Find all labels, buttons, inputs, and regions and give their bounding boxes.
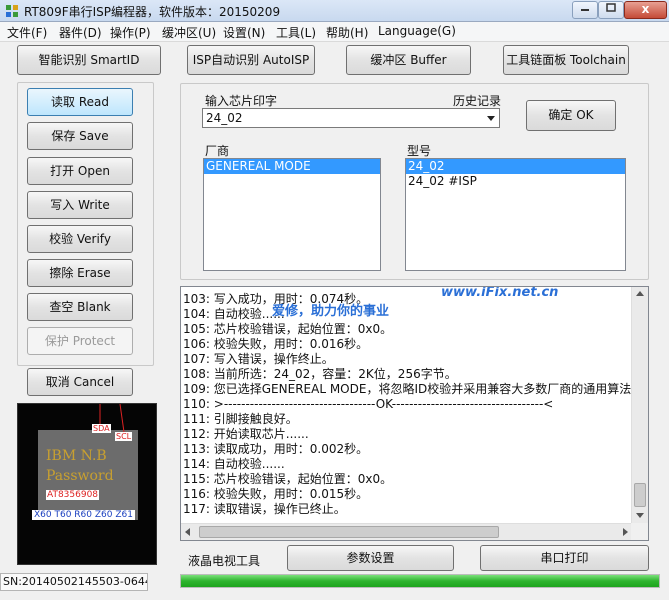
status-sn: SN:20140502145503-0644 [0,573,148,591]
menu-settings[interactable]: 设置(N) [223,24,265,41]
chip-input-label: 输入芯片印字 [205,94,278,108]
log-horizontal-scrollbar[interactable] [181,523,632,540]
menu-operation[interactable]: 操作(P) [110,24,151,41]
close-button[interactable]: x [624,1,667,19]
chip-photo: SDA SCL IBM N.B Password AT8356908 X60 T… [17,403,157,565]
log-line: 106: 校验失败，用时：0.016秒。 [183,337,369,351]
chip-part-label: AT8356908 [46,490,100,500]
settings-button[interactable]: 参数设置 [287,545,454,571]
log-line: 104: 自动校验...... [183,307,285,321]
blank-button[interactable]: 查空 Blank [27,293,133,321]
log-line: 108: 当前所选：24_02，容量：2K位，256字节。 [183,367,457,381]
protect-button: 保护 Protect [27,327,133,355]
list-item[interactable]: 24_02 #ISP [406,174,625,189]
smartid-button[interactable]: 智能识别 SmartID [17,45,161,75]
watermark-slogan: 爱修，助力你的事业 [272,304,390,319]
minimize-button[interactable] [572,1,598,19]
hscroll-thumb[interactable] [199,526,499,538]
maximize-icon [606,3,616,12]
save-button[interactable]: 保存 Save [27,122,133,150]
ok-button[interactable]: 确定 OK [526,100,616,131]
scroll-left-icon[interactable] [185,528,191,536]
log-area[interactable]: 103: 写入成功，用时：0.074秒。 104: 自动校验...... 105… [180,286,649,541]
list-item[interactable]: GENEREAL MODE [204,159,380,174]
chip-pins-label: X60 T60 R60 Z60 Z61 [32,510,135,520]
chip-input-combo[interactable]: 24_02 [202,108,500,128]
maximize-button[interactable] [598,1,624,19]
chip-text-line2: Password [46,468,114,484]
menu-language[interactable]: Language(G) [378,24,456,38]
chip-text-line1: IBM N.B [46,448,107,464]
read-button[interactable]: 读取 Read [27,88,133,116]
history-label: 历史记录 [453,94,502,108]
scroll-up-icon[interactable] [636,291,644,297]
lcd-tools-label: 液晶电视工具 [188,554,261,568]
log-line: 114: 自动校验...... [183,457,285,471]
autoisp-button[interactable]: ISP自动识别 AutoISP [187,45,315,75]
buffer-button[interactable]: 缓冲区 Buffer [346,45,471,75]
open-button[interactable]: 打开 Open [27,157,133,185]
log-vertical-scrollbar[interactable] [631,287,648,525]
log-line: 117: 读取错误，操作已终止。 [183,502,346,516]
menu-file[interactable]: 文件(F) [7,24,47,41]
close-icon: x [641,2,650,16]
model-label: 型号 [407,144,432,158]
log-line: 111: 引脚接触良好。 [183,412,298,426]
scroll-thumb[interactable] [634,483,646,507]
list-item[interactable]: 24_02 [406,159,625,174]
window-title: RT809F串行ISP编程器，软件版本：20150209 [24,5,281,19]
log-line: 116: 校验失败，用时：0.015秒。 [183,487,369,501]
log-line: 107: 写入错误，操作终止。 [183,352,334,366]
log-line: 105: 芯片校验错误，起始位置：0x0。 [183,322,393,336]
probe-lines [99,404,125,433]
progress-bar [180,574,660,588]
scroll-down-icon[interactable] [636,513,644,519]
vendor-list[interactable]: GENEREAL MODE [203,158,381,271]
chevron-down-icon[interactable] [487,116,495,122]
model-list[interactable]: 24_02 24_02 #ISP [405,158,626,271]
serial-print-button[interactable]: 串口打印 [480,545,649,571]
chip-input-value: 24_02 [206,111,243,125]
minimize-icon [581,9,589,11]
menu-bar: 文件(F) 器件(D) 操作(P) 缓冲区(U) 设置(N) 工具(L) 帮助(… [0,22,669,42]
toolchain-button[interactable]: 工具链面板 Toolchain [503,45,629,75]
log-line: 113: 读取成功，用时：0.002秒。 [183,442,369,456]
menu-help[interactable]: 帮助(H) [326,24,368,41]
log-line: 112: 开始读取芯片...... [183,427,309,441]
scroll-right-icon[interactable] [622,528,628,536]
vendor-label: 厂商 [205,144,230,158]
menu-buffer[interactable]: 缓冲区(U) [162,24,216,41]
menu-tools[interactable]: 工具(L) [276,24,316,41]
menu-device[interactable]: 器件(D) [59,24,102,41]
scroll-corner [631,523,648,540]
cancel-button[interactable]: 取消 Cancel [27,368,133,396]
progress-fill [181,575,659,587]
watermark-url: www.iFix.net.cn [441,286,559,300]
write-button[interactable]: 写入 Write [27,191,133,219]
verify-button[interactable]: 校验 Verify [27,225,133,253]
title-bar: RT809F串行ISP编程器，软件版本：20150209 x [0,0,669,22]
log-line: 109: 您已选择GENEREAL MODE，将忽略ID校验并采用兼容大多数厂商… [183,382,644,396]
log-line: 110: >----------------------------------… [183,397,554,411]
app-icon [6,5,18,17]
erase-button[interactable]: 擦除 Erase [27,259,133,287]
log-line: 115: 芯片校验错误，起始位置：0x0。 [183,472,393,486]
